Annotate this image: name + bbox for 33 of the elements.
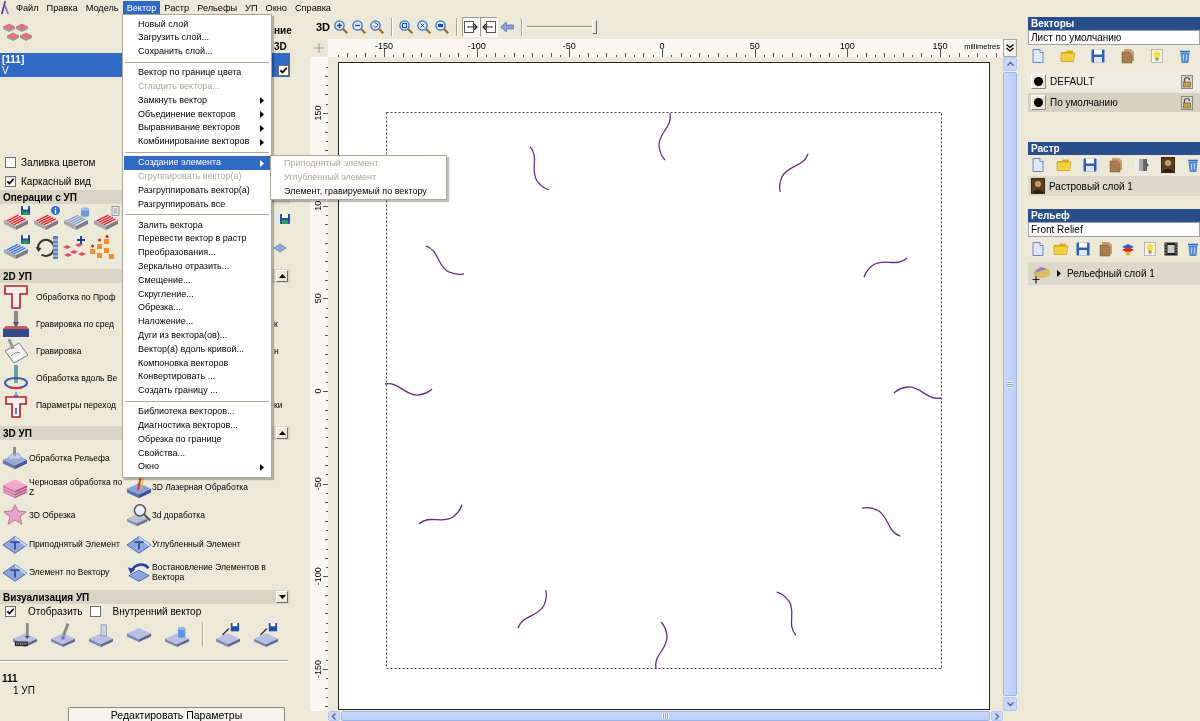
ruler-label: 150 (932, 41, 948, 51)
layer-name: По умолчанию (1050, 97, 1118, 108)
ruler-label: -100 (467, 41, 486, 51)
layer-type: V (2, 65, 9, 76)
layer-name: Рельефный слой 1 (1067, 268, 1155, 279)
ruler-label: 100 (839, 41, 855, 51)
ruler-label: 50 (312, 293, 323, 304)
column-header: ние (274, 25, 293, 37)
section-title: Визуализация УП (3, 591, 90, 603)
ruler-label: -50 (562, 41, 576, 51)
panel-header: Растр (1028, 142, 1200, 155)
ruler-label: 0 (659, 41, 665, 51)
panel-header: Векторы (1028, 17, 1200, 30)
ruler-label: 150 (312, 105, 323, 121)
section-title: 3D УП (3, 427, 32, 439)
layer-name: DEFAULT (1050, 76, 1095, 87)
section-title: Операции с УП (3, 191, 78, 203)
ruler-label: 0 (312, 388, 323, 394)
checkbox-label: Внутренний вектор (112, 606, 202, 617)
checkbox-label: Каркасный вид (21, 176, 91, 187)
ruler-label: 10 (312, 200, 323, 211)
panel-header: Рельеф (1028, 209, 1200, 222)
checkbox-label: Заливка цветом (21, 157, 96, 168)
ruler-label: -100 (312, 567, 323, 586)
ruler-label: -150 (312, 660, 323, 678)
layer-name: Растровый слой 1 (1049, 180, 1133, 192)
layer-name: [111] (2, 54, 25, 65)
ruler-label: -150 (375, 41, 393, 51)
column-header: 3D (274, 41, 288, 53)
checkbox-label: Отобразить (28, 606, 83, 617)
ruler-label: -50 (312, 477, 323, 491)
section-title: 2D УП (3, 270, 32, 282)
ruler-label: 50 (749, 41, 760, 51)
